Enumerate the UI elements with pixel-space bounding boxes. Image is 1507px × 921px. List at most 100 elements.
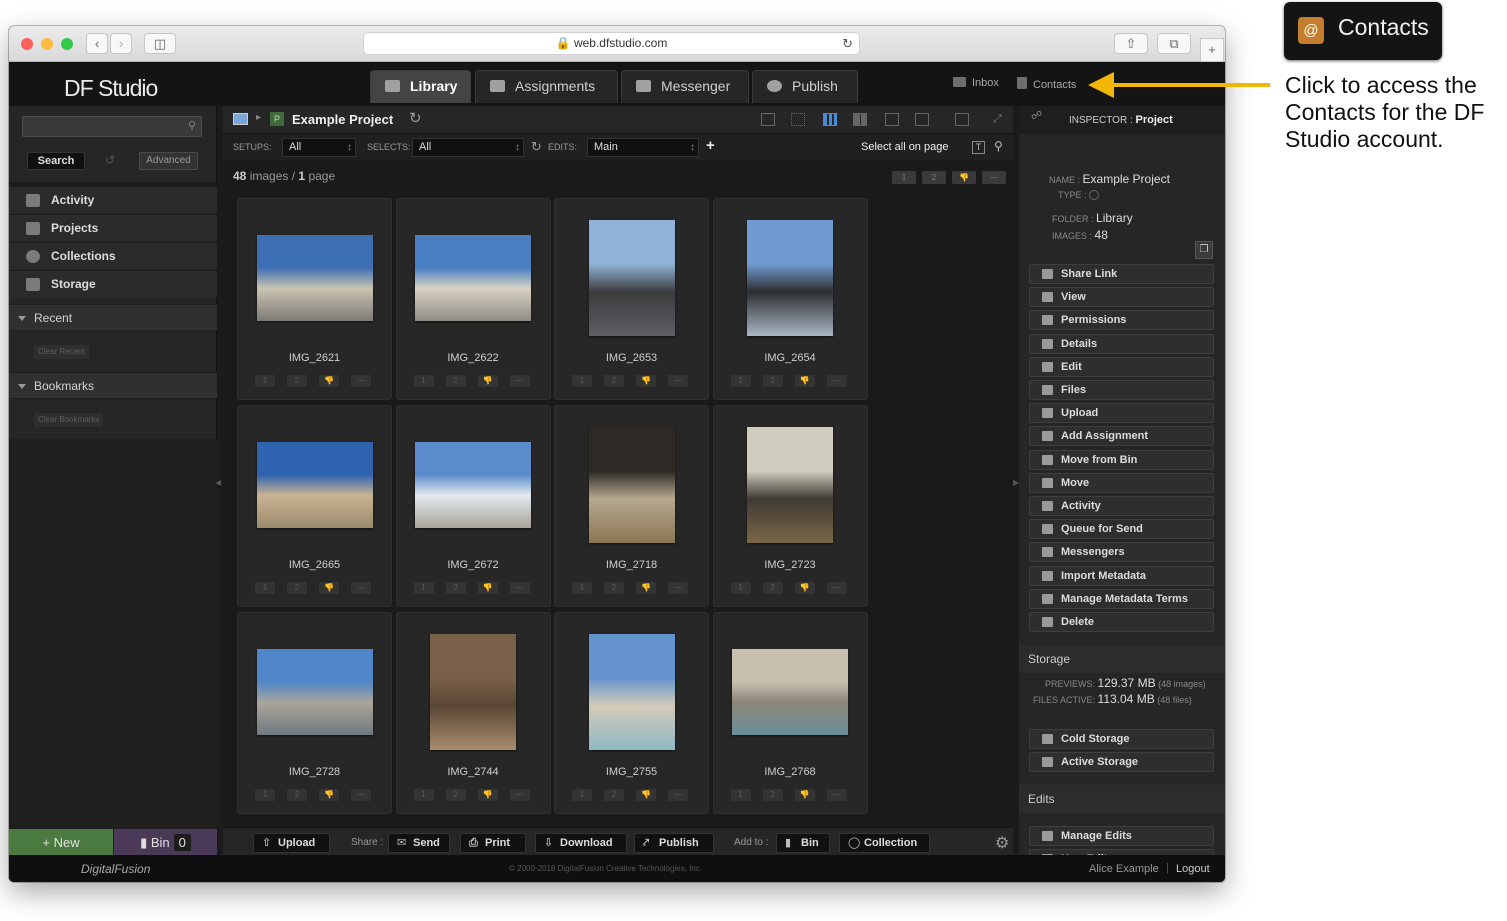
sidebar-item-projects[interactable]: Projects [9,214,217,241]
print-button[interactable]: ⎙ Print [460,833,526,853]
move-button[interactable]: Move [1029,472,1214,493]
clear-rating-button[interactable]: — [351,789,371,801]
rating-1-button[interactable]: 1 [255,789,275,801]
image-tile[interactable]: IMG_2622 1 2 👎 — [395,198,551,400]
clear-rating-button[interactable]: — [826,789,847,801]
bin-button[interactable]: ▮ Bin 0 [114,829,217,856]
image-tile[interactable]: IMG_2653 1 2 👎 — [554,198,709,400]
reject-button[interactable]: 👎 [636,582,656,594]
filter-rating-1-button[interactable]: 1 [892,171,916,184]
image-thumbnail[interactable] [415,235,531,321]
edit-button[interactable]: Edit [1029,356,1214,377]
rating-1-button[interactable]: 1 [413,789,434,801]
compare-view-icon[interactable] [915,113,929,126]
publish-button[interactable]: ⤤ Publish [634,833,714,853]
filter-rating-2-button[interactable]: 2 [922,171,946,184]
image-tile[interactable]: IMG_2621 1 2 👎 — [237,198,392,400]
rating-2-button[interactable]: 2 [762,582,783,594]
rating-1-button[interactable]: 1 [572,789,592,801]
collapse-left-icon[interactable]: ◀ [215,478,221,487]
single-view-icon[interactable] [885,113,899,126]
tab-messenger[interactable]: Messenger [621,70,749,103]
image-tile[interactable]: IMG_2723 1 2 👎 — [712,405,868,607]
logout-link[interactable]: Logout [1176,863,1210,875]
advanced-search-button[interactable]: Advanced [139,152,198,170]
image-thumbnail[interactable] [747,220,833,336]
zoom-icon[interactable]: ⚲ [994,139,1003,153]
selects-select[interactable]: All [412,138,524,157]
rating-2-button[interactable]: 2 [445,582,466,594]
sidebar-item-collections[interactable]: Collections [9,242,217,269]
address-bar[interactable]: 🔒 web.dfstudio.com ↻ [363,32,860,55]
tab-assignments[interactable]: Assignments [475,70,618,103]
import-metadata-button[interactable]: Import Metadata [1029,565,1214,586]
manage-metadata-terms-button[interactable]: Manage Metadata Terms [1029,588,1214,609]
image-thumbnail[interactable] [430,634,516,750]
image-thumbnail[interactable] [588,634,675,750]
reload-icon[interactable]: ↻ [842,33,853,54]
add-assignment-button[interactable]: Add Assignment [1029,426,1214,447]
send-button[interactable]: ✉ Send [388,833,450,853]
rating-2-button[interactable]: 2 [445,789,466,801]
image-thumbnail[interactable] [747,427,833,543]
details-button[interactable]: Details [1029,333,1214,354]
rating-1-button[interactable]: 1 [572,582,592,594]
grid-small-view-icon[interactable] [823,113,837,126]
reset-search-icon[interactable]: ↺ [105,153,115,167]
reject-button[interactable]: 👎 [319,375,339,387]
clear-rating-button[interactable]: — [509,375,530,387]
clear-rating-button[interactable]: — [351,375,371,387]
clear-rating-button[interactable]: — [509,582,530,594]
rating-1-button[interactable]: 1 [255,582,275,594]
sidebar-item-storage[interactable]: Storage [9,270,217,297]
clear-rating-button[interactable]: — [668,582,688,594]
queue-for-send-button[interactable]: Queue for Send [1029,519,1214,540]
reject-button[interactable]: 👎 [477,789,498,801]
add-to-collection-button[interactable]: ◯ Collection [839,833,930,853]
image-tile[interactable]: IMG_2755 1 2 👎 — [554,612,709,814]
zoom-window-button[interactable] [61,38,73,50]
filter-reject-button[interactable]: 👎 [952,171,976,184]
image-tile[interactable]: IMG_2665 1 2 👎 — [237,405,392,607]
rating-2-button[interactable]: 2 [287,789,307,801]
tab-publish[interactable]: Publish [752,70,858,103]
image-thumbnail[interactable] [415,442,531,528]
reject-button[interactable]: 👎 [794,582,815,594]
messengers-button[interactable]: Messengers [1029,542,1214,563]
reject-button[interactable]: 👎 [319,582,339,594]
gear-icon[interactable]: ⚙ [995,833,1009,853]
rating-2-button[interactable]: 2 [287,582,307,594]
image-tile[interactable]: IMG_2718 1 2 👎 — [554,405,709,607]
reject-button[interactable]: 👎 [477,375,498,387]
reject-button[interactable]: 👎 [477,582,498,594]
rating-2-button[interactable]: 2 [287,375,307,387]
rating-1-button[interactable]: 1 [730,375,751,387]
new-tab-icon[interactable]: + [1200,38,1224,62]
contacts-link[interactable]: Contacts [1017,77,1076,91]
clear-rating-button[interactable]: — [668,789,688,801]
rating-2-button[interactable]: 2 [445,375,466,387]
close-window-button[interactable] [21,38,33,50]
rating-1-button[interactable]: 1 [413,582,434,594]
reject-button[interactable]: 👎 [636,789,656,801]
sidebar-toggle-icon[interactable]: ◫ [144,33,176,54]
image-thumbnail[interactable] [732,649,848,735]
add-edit-button[interactable]: + [706,137,715,154]
active-storage-button[interactable]: Active Storage [1029,752,1214,772]
image-tile[interactable]: IMG_2728 1 2 👎 — [237,612,392,814]
copy-link-icon[interactable]: ❐ [1195,241,1213,259]
upload-button[interactable]: Upload [1029,403,1214,424]
reject-button[interactable]: 👎 [794,375,815,387]
search-button[interactable]: Search [27,152,85,170]
share-icon[interactable]: ⇧ [1114,33,1148,54]
rating-2-button[interactable]: 2 [604,582,624,594]
list-view-icon[interactable] [761,113,775,126]
clear-rating-button[interactable]: — [826,582,847,594]
text-toggle-icon[interactable]: T [972,141,985,154]
permissions-button[interactable]: Permissions [1029,310,1214,331]
sidebar-item-activity[interactable]: Activity [9,186,217,213]
download-button[interactable]: ⇩ Download [535,833,627,853]
reject-button[interactable]: 👎 [636,375,656,387]
bookmarks-section-toggle[interactable]: Bookmarks [9,372,217,399]
rating-2-button[interactable]: 2 [604,375,624,387]
